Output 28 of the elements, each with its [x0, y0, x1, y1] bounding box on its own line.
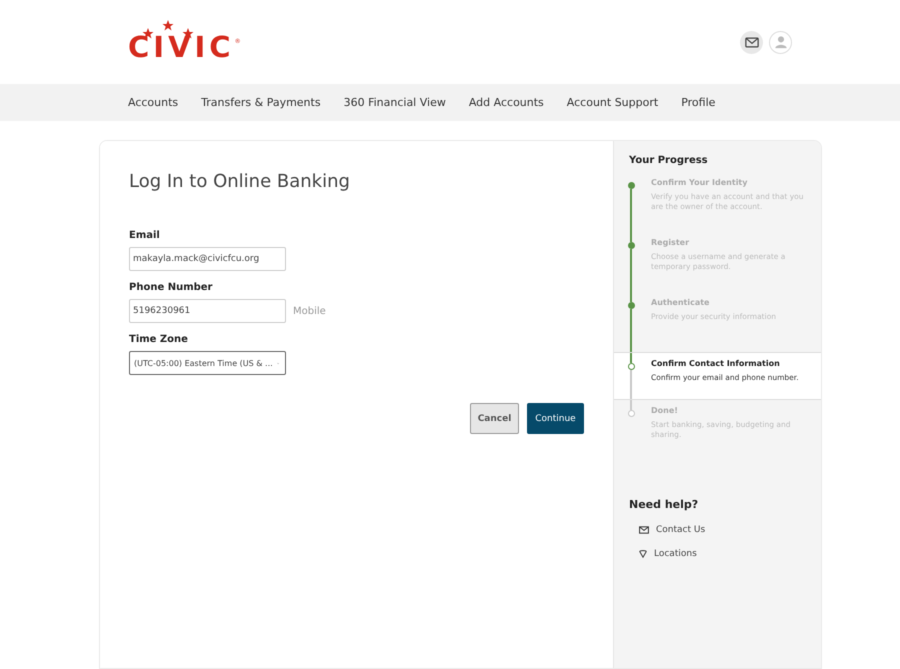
input-field[interactable]: makayla.mack@civicfcu.org — [129, 247, 286, 271]
help-link[interactable]: Contact Us — [656, 525, 706, 535]
input-field[interactable]: 5196230961 — [129, 299, 286, 323]
nav-link[interactable]: Transfers & Payments — [201, 96, 321, 109]
step-title: Register — [651, 238, 690, 247]
mail-icon — [639, 526, 649, 534]
phone-type-label: Mobile — [293, 306, 326, 316]
continue-button[interactable]: Continue — [527, 403, 584, 434]
field-label: Phone Number — [129, 282, 214, 293]
nav-link[interactable]: Accounts — [128, 96, 178, 109]
help-link[interactable]: Locations — [654, 549, 697, 559]
cancel-button[interactable]: Cancel — [470, 403, 519, 434]
time-zone-dropdown[interactable]: (UTC-05:00) Eastern Time (US & ... — [129, 351, 286, 375]
nav-link[interactable]: Profile — [681, 96, 716, 109]
step-title: Confirm Contact Information — [651, 359, 781, 368]
step-title: Done! — [651, 406, 679, 415]
nav-link[interactable]: 360 Financial View — [344, 96, 446, 109]
step-title: Authenticate — [651, 298, 710, 307]
progress-heading: Your Progress — [629, 155, 709, 166]
step-title: Confirm Your Identity — [651, 178, 748, 187]
mail-icon[interactable] — [740, 30, 763, 54]
field-label: Time Zone — [129, 334, 189, 345]
nav-link[interactable]: Account Support — [566, 96, 658, 109]
field-label: Email — [129, 230, 161, 241]
map-pin-icon — [639, 550, 647, 558]
help-heading: Need help? — [629, 498, 700, 511]
nav-link[interactable]: Add Accounts — [468, 96, 544, 109]
page-title: Log In to Online Banking — [129, 171, 351, 192]
